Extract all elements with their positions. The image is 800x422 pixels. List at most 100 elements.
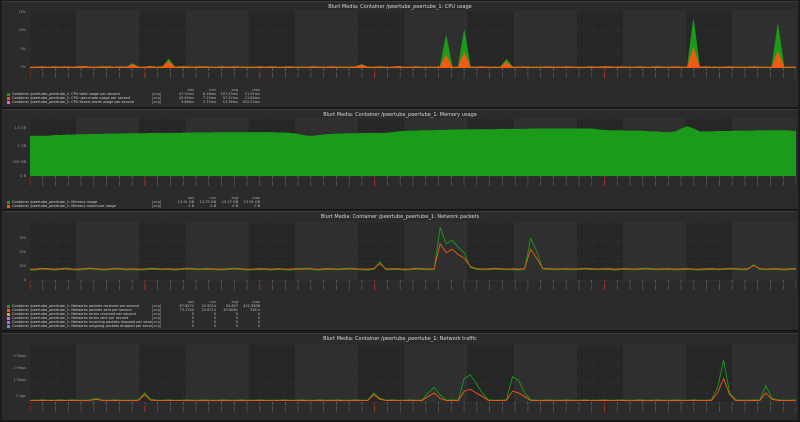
- legend-swatch: [7, 304, 10, 308]
- night-band: [139, 11, 186, 68]
- x-tick-label: [67, 406, 69, 412]
- x-tick-label: [629, 180, 631, 186]
- x-tick-label: [476, 72, 478, 78]
- x-tick-label: [667, 284, 669, 290]
- x-tick-label: [336, 72, 337, 78]
- day-band: [732, 344, 796, 402]
- x-tick-label: [412, 284, 414, 290]
- x-tick-label: [489, 180, 490, 186]
- x-tick-label: [361, 284, 363, 290]
- x-tick-label: [578, 284, 580, 290]
- x-tick-label: [476, 180, 478, 186]
- legend-item-outgoing-dropped[interactable]: Container /peertube_peertube_1: Networks…: [7, 324, 260, 328]
- y-tick-label: 0: [23, 278, 26, 282]
- x-tick-label: [42, 72, 44, 78]
- x-tick-label: [489, 284, 490, 290]
- x-tick-label: [693, 284, 695, 290]
- day-band: [185, 222, 249, 280]
- x-tick-label: [438, 180, 439, 186]
- x-tick-label: [361, 72, 363, 78]
- x-tick-label: [246, 180, 248, 186]
- x-tick-label: [259, 180, 261, 186]
- x-tick-label: [259, 284, 261, 290]
- x-tick-label: [463, 72, 465, 78]
- legend-item-cpu-kernel[interactable]: Container /peertube_peertube_1: CPU Kern…: [7, 100, 260, 104]
- x-tick-label: [93, 284, 95, 290]
- legend-swatch: [7, 308, 10, 312]
- x-tick-label: [55, 406, 56, 412]
- x-tick-label: [450, 406, 452, 412]
- night-band: [30, 11, 76, 68]
- x-tick-label: [208, 284, 210, 290]
- x-tick-label: [297, 180, 299, 186]
- night-band: [358, 11, 405, 68]
- x-tick-label: [399, 180, 401, 186]
- x-tick-label: [93, 72, 95, 78]
- y-tick-label: 1 Mbps: [13, 378, 26, 382]
- y-tick-label: 0%: [20, 65, 26, 69]
- x-tick-label: [540, 284, 542, 290]
- x-tick-label: [501, 180, 503, 186]
- x-tick-label: [604, 180, 605, 186]
- night-band: [358, 222, 405, 280]
- network-traffic-chart[interactable]: [30, 344, 796, 412]
- night-band: [686, 222, 733, 280]
- x-tick-label: [272, 406, 273, 412]
- x-tick-label: [259, 72, 261, 78]
- x-tick-label: [106, 180, 107, 186]
- x-tick-label: [757, 72, 759, 78]
- x-tick-label: [706, 72, 708, 78]
- night-band: [358, 344, 405, 402]
- x-tick-label: [693, 180, 695, 186]
- day-band: [623, 222, 687, 280]
- x-tick-label: [667, 180, 669, 186]
- x-tick-label: [284, 72, 286, 78]
- x-tick-label: [195, 180, 197, 186]
- x-tick-label: [782, 284, 784, 290]
- x-tick-label: [514, 406, 516, 412]
- cpu-usage-panel: Blurt Media: Container /peertube_peertub…: [2, 1, 798, 108]
- day-band: [294, 11, 359, 68]
- x-tick-label: [450, 180, 452, 186]
- night-band: [577, 344, 624, 402]
- x-tick-label: [323, 406, 325, 412]
- legend-item-memory-max[interactable]: Container /peertube_peertube_1: Memory m…: [7, 204, 260, 208]
- day-band: [404, 344, 468, 402]
- x-tick-label: [731, 180, 733, 186]
- x-tick-label: [412, 406, 414, 412]
- night-band: [139, 222, 186, 280]
- memory-chart[interactable]: [30, 118, 796, 186]
- x-tick-label: [425, 72, 427, 78]
- x-tick-label: [527, 72, 529, 78]
- x-tick-label: [361, 180, 363, 186]
- x-tick-label: [514, 72, 516, 78]
- y-tick-label: 100: [19, 264, 26, 268]
- x-tick-label: [553, 406, 554, 412]
- x-tick-label: [719, 180, 720, 186]
- cpu-legend: last min avg max Container /peertube_pee…: [7, 88, 260, 104]
- x-tick-label: [93, 406, 95, 412]
- x-tick-label: [438, 406, 439, 412]
- panel-title: Blurt Media: Container /peertube_peertub…: [328, 4, 472, 10]
- network-packets-chart[interactable]: [30, 222, 796, 290]
- x-tick-label: [731, 284, 733, 290]
- legend-swatch: [7, 100, 10, 104]
- x-tick-label: [118, 72, 120, 78]
- cpu-chart[interactable]: [30, 11, 796, 78]
- x-tick-label: [642, 406, 644, 412]
- x-tick-label: [144, 284, 146, 290]
- x-tick-label: [297, 284, 299, 290]
- legend-swatch: [7, 316, 10, 320]
- x-tick-label: [310, 72, 312, 78]
- x-tick-label: [578, 72, 580, 78]
- x-tick-label: [131, 284, 133, 290]
- x-tick-label: [425, 284, 427, 290]
- x-tick-label: [719, 72, 720, 78]
- x-tick-label: [131, 406, 133, 412]
- x-tick-label: [67, 284, 69, 290]
- x-tick-label: [144, 406, 146, 412]
- network-traffic-line-chart: [30, 344, 796, 412]
- x-tick-label: [55, 72, 56, 78]
- x-tick-label: [412, 72, 414, 78]
- x-tick-label: [731, 72, 733, 78]
